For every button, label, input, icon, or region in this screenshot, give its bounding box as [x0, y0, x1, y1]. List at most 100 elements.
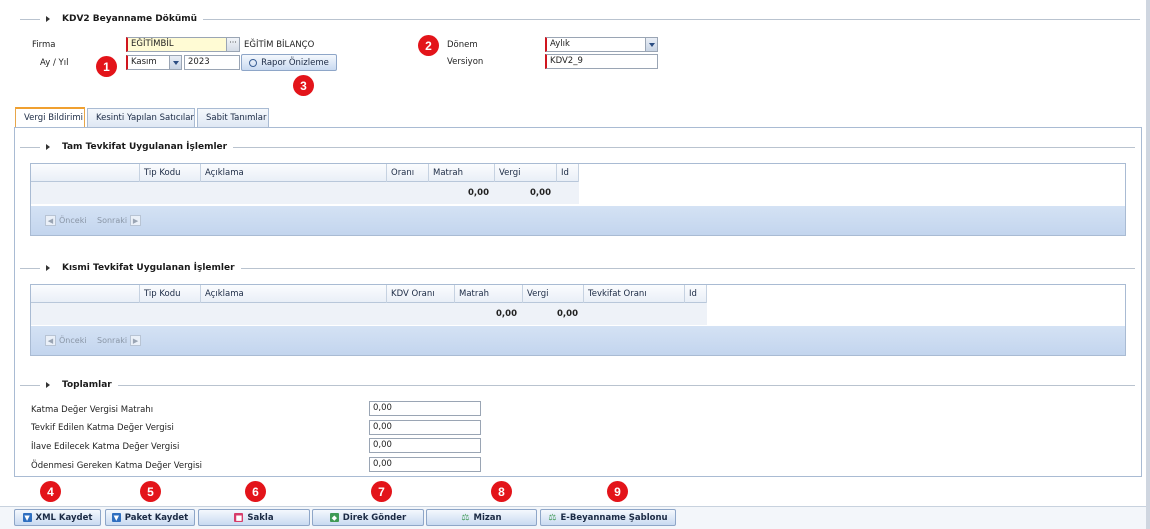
mizan-label: Mizan	[473, 512, 502, 523]
section-header-toplamlar[interactable]: Toplamlar	[20, 378, 1135, 392]
annotation-badge: 8	[491, 481, 512, 502]
grid-header: Tip Kodu Açıklama Oranı Matrah Vergi Id	[31, 164, 579, 182]
total-tevkif-edilen-input[interactable]: 0,00	[369, 420, 481, 435]
total-value: 0,00	[373, 459, 392, 469]
grid-tam-tevkifat: Tip Kodu Açıklama Oranı Matrah Vergi Id …	[30, 163, 1126, 236]
chevron-down-icon[interactable]	[645, 38, 657, 51]
column-header[interactable]	[31, 285, 140, 303]
download-icon: ▼	[111, 513, 121, 522]
column-header-aciklama[interactable]: Açıklama	[201, 285, 387, 303]
annotation-badge: 6	[245, 481, 266, 502]
column-header-tevkifat-orani[interactable]: Tevkifat Oranı	[584, 285, 685, 303]
e-beyanname-sablonu-label: E-Beyanname Şablonu	[560, 512, 668, 523]
xml-kaydet-label: XML Kaydet	[35, 512, 93, 523]
direk-gonder-button[interactable]: ◆ Direk Gönder	[312, 509, 424, 526]
mizan-button[interactable]: ⚖ Mizan	[426, 509, 537, 526]
section-header-kismi-tevkifat[interactable]: Kısmi Tevkifat Uygulanan İşlemler	[20, 261, 1135, 275]
search-icon	[249, 58, 258, 67]
grid-pager: ◀ Önceki Sonraki ▶	[31, 206, 1125, 235]
grid-summary-row: 0,00 0,00	[31, 303, 707, 325]
total-ilave-edilecek-input[interactable]: 0,00	[369, 438, 481, 453]
firma-description: EĞİTİM BİLANÇO	[244, 40, 315, 50]
sakla-button[interactable]: ■ Sakla	[198, 509, 310, 526]
column-header-vergi[interactable]: Vergi	[523, 285, 584, 303]
column-header-aciklama[interactable]: Açıklama	[201, 164, 387, 182]
collapse-arrow-icon	[46, 265, 50, 271]
pager-next-button[interactable]: Sonraki ▶	[97, 334, 142, 347]
total-label: Katma Değer Vergisi Matrahı	[31, 405, 154, 415]
collapse-arrow-icon	[46, 382, 50, 388]
paket-kaydet-button[interactable]: ▼ Paket Kaydet	[105, 509, 195, 526]
tab-sabit-tanimlar[interactable]: Sabit Tanımlar	[197, 108, 269, 127]
ay-yil-label: Ay / Yıl	[40, 58, 69, 68]
annotation-badge: 7	[371, 481, 392, 502]
column-header-id[interactable]: Id	[685, 285, 707, 303]
donem-value: Aylık	[550, 39, 570, 49]
tab-vergi-bildirimi[interactable]: Vergi Bildirimi	[15, 107, 85, 127]
sum-matrah: 0,00	[468, 188, 489, 198]
tab-kesinti-yapilan-saticilar[interactable]: Kesinti Yapılan Satıcılar	[87, 108, 195, 127]
versiyon-value: KDV2_9	[550, 56, 583, 66]
section-header-tam-tevkifat[interactable]: Tam Tevkifat Uygulanan İşlemler	[20, 140, 1135, 154]
total-odenmesi-gereken-input[interactable]: 0,00	[369, 457, 481, 472]
chevron-down-icon[interactable]	[169, 56, 181, 69]
annotation-badge: 5	[140, 481, 161, 502]
yil-value: 2023	[188, 57, 210, 67]
column-header-matrah[interactable]: Matrah	[455, 285, 523, 303]
send-icon: ◆	[329, 513, 339, 522]
column-header-tip-kodu[interactable]: Tip Kodu	[140, 164, 201, 182]
column-header-matrah[interactable]: Matrah	[429, 164, 495, 182]
collapse-arrow-icon	[46, 16, 50, 22]
annotation-badge: 9	[607, 481, 628, 502]
direk-gonder-label: Direk Gönder	[342, 512, 407, 523]
section-title: Toplamlar	[62, 380, 112, 390]
e-beyanname-sablonu-button[interactable]: ⚖ E-Beyanname Şablonu	[540, 509, 676, 526]
pager-prev-button[interactable]: ◀ Önceki	[45, 214, 87, 227]
sum-matrah: 0,00	[496, 309, 517, 319]
versiyon-input[interactable]: KDV2_9	[545, 54, 658, 69]
firma-value: EĞİTİMBİL	[131, 39, 174, 49]
annotation-badge: 4	[40, 481, 61, 502]
column-header-id[interactable]: Id	[557, 164, 579, 182]
column-header-orani[interactable]: Oranı	[387, 164, 429, 182]
column-header-vergi[interactable]: Vergi	[495, 164, 557, 182]
sum-vergi: 0,00	[557, 309, 578, 319]
donem-label: Dönem	[447, 40, 478, 50]
pager-next-button[interactable]: Sonraki ▶	[97, 214, 142, 227]
grid-summary-row: 0,00 0,00	[31, 182, 579, 204]
column-header-kdv-orani[interactable]: KDV Oranı	[387, 285, 455, 303]
paket-kaydet-label: Paket Kaydet	[124, 512, 189, 523]
pager-prev-button[interactable]: ◀ Önceki	[45, 334, 87, 347]
ay-select[interactable]: Kasım	[126, 55, 182, 70]
collapse-arrow-icon	[46, 144, 50, 150]
section-header-main[interactable]: KDV2 Beyanname Dökümü	[20, 12, 1140, 26]
total-label: Ödenmesi Gereken Katma Değer Vergisi	[31, 461, 203, 471]
xml-kaydet-button[interactable]: ▼ XML Kaydet	[14, 509, 101, 526]
firma-label: Firma	[32, 40, 56, 50]
grid-kismi-tevkifat: Tip Kodu Açıklama KDV Oranı Matrah Vergi…	[30, 284, 1126, 356]
sum-vergi: 0,00	[530, 188, 551, 198]
total-value: 0,00	[373, 422, 392, 432]
page-title: KDV2 Beyanname Dökümü	[62, 14, 198, 24]
grid-header: Tip Kodu Açıklama KDV Oranı Matrah Vergi…	[31, 285, 707, 303]
annotation-badge: 1	[96, 56, 117, 77]
chevron-left-icon: ◀	[45, 335, 56, 346]
scale-icon: ⚖	[548, 512, 557, 523]
total-kdv-matrahi-input[interactable]: 0,00	[369, 401, 481, 416]
versiyon-label: Versiyon	[447, 57, 484, 67]
firma-input[interactable]: EĞİTİMBİL ···	[126, 37, 240, 52]
pager-prev-label: Önceki	[59, 336, 87, 345]
pager-prev-label: Önceki	[59, 216, 87, 225]
total-value: 0,00	[373, 440, 392, 450]
pager-next-label: Sonraki	[97, 336, 128, 345]
ellipsis-icon[interactable]: ···	[226, 38, 239, 51]
total-label: İlave Edilecek Katma Değer Vergisi	[31, 442, 180, 452]
column-header-tip-kodu[interactable]: Tip Kodu	[140, 285, 201, 303]
rapor-onizleme-button[interactable]: Rapor Önizleme	[241, 54, 337, 71]
chevron-right-icon: ▶	[130, 215, 142, 226]
floppy-icon: ■	[234, 513, 244, 522]
donem-select[interactable]: Aylık	[545, 37, 658, 52]
column-header[interactable]	[31, 164, 140, 182]
rapor-onizleme-label: Rapor Önizleme	[261, 57, 329, 68]
yil-input[interactable]: 2023	[184, 55, 240, 70]
